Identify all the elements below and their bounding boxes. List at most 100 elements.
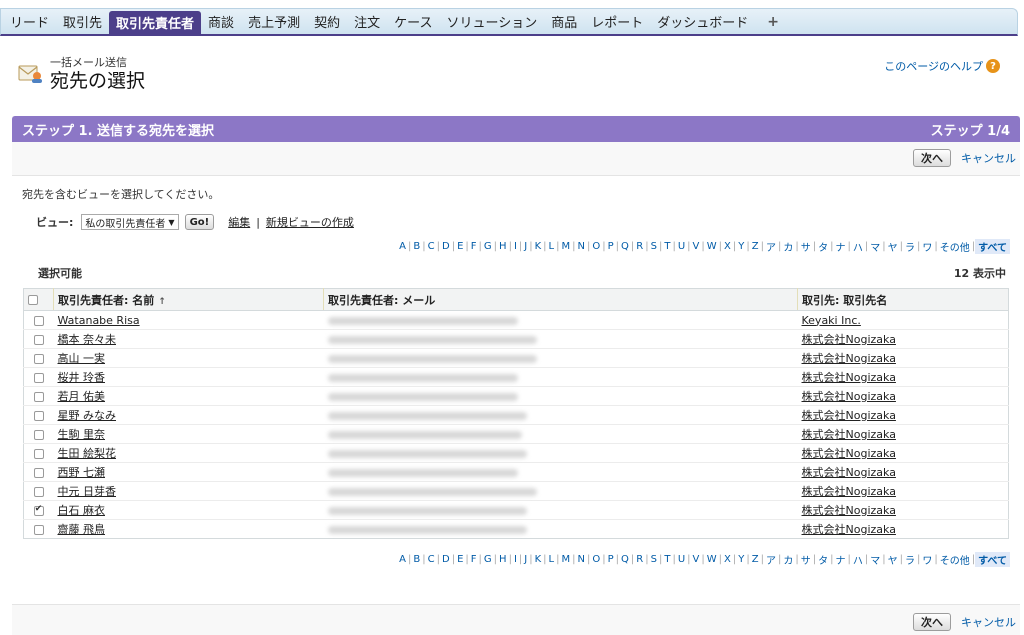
alphabet-filter-0[interactable]: A	[397, 554, 408, 565]
tab-2[interactable]: 取引先責任者	[109, 11, 202, 34]
help-link[interactable]: このページのヘルプ ?	[884, 58, 1000, 74]
row-checkbox[interactable]	[33, 486, 44, 497]
column-header-email[interactable]: 取引先責任者: メール	[323, 288, 798, 311]
next-button[interactable]: 次へ	[913, 149, 951, 167]
account-name-link[interactable]: Keyaki Inc.	[802, 314, 861, 327]
alphabet-filter-37[interactable]: すべて	[975, 552, 1010, 567]
alphabet-filter-30[interactable]: ナ	[833, 552, 847, 567]
alphabet-filter-31[interactable]: ハ	[851, 552, 865, 567]
tab-9[interactable]: 商品	[544, 9, 584, 34]
row-checkbox[interactable]	[33, 448, 44, 459]
row-checkbox[interactable]	[33, 467, 44, 478]
alphabet-filter-22[interactable]: W	[705, 241, 719, 252]
alphabet-filter-12[interactable]: M	[560, 554, 573, 565]
alphabet-filter-37[interactable]: すべて	[975, 239, 1010, 254]
tab-0[interactable]: リード	[3, 9, 56, 34]
column-header-account[interactable]: 取引先: 取引先名	[797, 288, 1009, 311]
alphabet-filter-10[interactable]: K	[533, 241, 544, 252]
account-name-link[interactable]: 株式会社Nogizaka	[802, 352, 896, 365]
alphabet-filter-19[interactable]: T	[662, 554, 672, 565]
contact-name-link[interactable]: 白石 麻衣	[58, 504, 106, 517]
alphabet-filter-5[interactable]: F	[469, 554, 479, 565]
alphabet-filter-21[interactable]: V	[691, 554, 702, 565]
alphabet-filter-3[interactable]: D	[440, 554, 452, 565]
alphabet-filter-34[interactable]: ラ	[903, 239, 917, 254]
contact-name-link[interactable]: 中元 日芽香	[58, 485, 117, 498]
tab-7[interactable]: ケース	[387, 9, 439, 34]
alphabet-filter-4[interactable]: E	[455, 554, 465, 565]
row-checkbox[interactable]	[33, 334, 44, 345]
alphabet-filter-2[interactable]: C	[426, 554, 437, 565]
alphabet-filter-18[interactable]: S	[649, 241, 659, 252]
go-button[interactable]: Go!	[184, 214, 215, 230]
tab-11[interactable]: ダッシュボード	[650, 9, 755, 34]
alphabet-filter-13[interactable]: N	[576, 241, 587, 252]
alphabet-filter-28[interactable]: サ	[799, 552, 813, 567]
alphabet-filter-23[interactable]: X	[722, 241, 733, 252]
alphabet-filter-15[interactable]: P	[606, 554, 616, 565]
alphabet-filter-5[interactable]: F	[469, 241, 479, 252]
account-name-link[interactable]: 株式会社Nogizaka	[802, 504, 896, 517]
alphabet-filter-30[interactable]: ナ	[833, 239, 847, 254]
alphabet-filter-26[interactable]: ア	[764, 239, 778, 254]
alphabet-filter-12[interactable]: M	[560, 241, 573, 252]
new-view-link[interactable]: 新規ビューの作成	[266, 214, 354, 230]
alphabet-filter-22[interactable]: W	[705, 554, 719, 565]
alphabet-filter-11[interactable]: L	[547, 554, 557, 565]
contact-name-link[interactable]: 若月 佑美	[58, 390, 106, 403]
alphabet-filter-24[interactable]: Y	[736, 554, 746, 565]
account-name-link[interactable]: 株式会社Nogizaka	[802, 485, 896, 498]
cancel-link[interactable]: キャンセル	[961, 150, 1016, 166]
cancel-link[interactable]: キャンセル	[961, 614, 1016, 630]
alphabet-filter-24[interactable]: Y	[736, 241, 746, 252]
tab-1[interactable]: 取引先	[56, 9, 109, 34]
alphabet-filter-34[interactable]: ラ	[903, 552, 917, 567]
tab-3[interactable]: 商談	[201, 9, 241, 34]
alphabet-filter-27[interactable]: カ	[781, 552, 795, 567]
alphabet-filter-23[interactable]: X	[722, 554, 733, 565]
alphabet-filter-6[interactable]: G	[482, 241, 494, 252]
alphabet-filter-15[interactable]: P	[606, 241, 616, 252]
alphabet-filter-17[interactable]: R	[634, 554, 645, 565]
alphabet-filter-9[interactable]: J	[522, 554, 529, 565]
alphabet-filter-29[interactable]: タ	[816, 552, 830, 567]
alphabet-filter-29[interactable]: タ	[816, 239, 830, 254]
alphabet-filter-20[interactable]: U	[676, 241, 687, 252]
alphabet-filter-28[interactable]: サ	[799, 239, 813, 254]
alphabet-filter-11[interactable]: L	[547, 241, 557, 252]
account-name-link[interactable]: 株式会社Nogizaka	[802, 466, 896, 479]
contact-name-link[interactable]: Watanabe Risa	[58, 314, 140, 327]
column-header-name[interactable]: 取引先責任者: 名前 ↑	[53, 288, 324, 311]
alphabet-filter-8[interactable]: I	[512, 554, 519, 565]
alphabet-filter-20[interactable]: U	[676, 554, 687, 565]
select-all-checkbox[interactable]	[28, 295, 38, 305]
account-name-link[interactable]: 株式会社Nogizaka	[802, 333, 896, 346]
account-name-link[interactable]: 株式会社Nogizaka	[802, 409, 896, 422]
alphabet-filter-13[interactable]: N	[576, 554, 587, 565]
view-select[interactable]: 私の取引先責任者 ▼	[81, 214, 179, 230]
contact-name-link[interactable]: 生駒 里奈	[58, 428, 106, 441]
row-checkbox[interactable]	[33, 315, 44, 326]
tab-6[interactable]: 注文	[347, 9, 387, 34]
tab-10[interactable]: レポート	[584, 9, 650, 34]
row-checkbox[interactable]	[33, 429, 44, 440]
alphabet-filter-4[interactable]: E	[455, 241, 465, 252]
next-button[interactable]: 次へ	[913, 613, 951, 631]
alphabet-filter-9[interactable]: J	[522, 241, 529, 252]
contact-name-link[interactable]: 桜井 玲香	[58, 371, 106, 384]
alphabet-filter-1[interactable]: B	[411, 554, 422, 565]
contact-name-link[interactable]: 星野 みなみ	[58, 409, 117, 422]
alphabet-filter-33[interactable]: ヤ	[886, 239, 900, 254]
alphabet-filter-33[interactable]: ヤ	[886, 552, 900, 567]
row-checkbox[interactable]	[33, 410, 44, 421]
row-checkbox[interactable]	[33, 504, 44, 516]
alphabet-filter-3[interactable]: D	[440, 241, 452, 252]
alphabet-filter-16[interactable]: Q	[619, 241, 631, 252]
account-name-link[interactable]: 株式会社Nogizaka	[802, 428, 896, 441]
tab-8[interactable]: ソリューション	[439, 9, 544, 34]
alphabet-filter-0[interactable]: A	[397, 241, 408, 252]
row-checkbox[interactable]	[33, 372, 44, 383]
account-name-link[interactable]: 株式会社Nogizaka	[802, 523, 896, 536]
contact-name-link[interactable]: 高山 一実	[58, 352, 106, 365]
alphabet-filter-25[interactable]: Z	[750, 554, 761, 565]
